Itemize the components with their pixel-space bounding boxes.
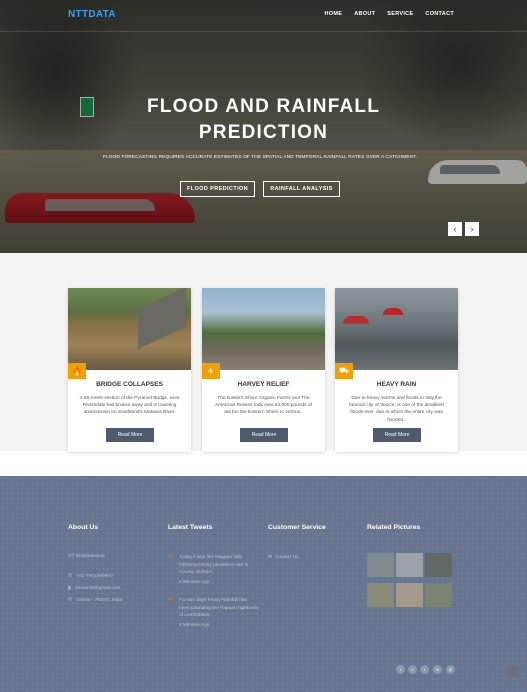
slider-next-button[interactable]: › — [465, 222, 479, 236]
vimeo-icon[interactable]: v — [408, 665, 417, 674]
read-more-button[interactable]: Read More — [373, 428, 421, 442]
footer-tweets: Latest Tweets ✎ Today it was like Niagar… — [168, 524, 259, 628]
plane-icon: ✈ — [202, 363, 220, 379]
harvey-relief-image — [202, 288, 325, 370]
scroll-top-button[interactable] — [507, 666, 519, 678]
footer-heading: Latest Tweets — [168, 524, 213, 531]
phone-icon: ✆ — [68, 573, 73, 579]
nav-item-about[interactable]: ABOUT — [354, 11, 375, 17]
footer-heading: Customer Service — [268, 524, 326, 531]
tweet-icon: ✎ — [168, 554, 173, 560]
top-nav: NTTDATA HOME ABOUT SERVICE CONTACT — [0, 0, 527, 32]
tweet-text: Today it was like Niagara falls followin… — [179, 555, 249, 575]
nav-menu: HOME ABOUT SERVICE CONTACT — [325, 11, 455, 17]
card-text: Due to heavy storms and floods in Italy,… — [349, 396, 444, 423]
nav-item-service[interactable]: SERVICE — [387, 11, 413, 17]
footer-heading: About Us — [68, 524, 99, 531]
rainfall-analysis-button[interactable]: RAINFALL ANALYSIS — [263, 181, 340, 197]
read-more-button[interactable]: Read More — [106, 428, 154, 442]
related-picture[interactable] — [396, 553, 423, 577]
footer-pictures: Related Pictures — [367, 524, 452, 607]
slider-prev-button[interactable]: ‹ — [448, 222, 462, 236]
twitter-icon[interactable]: t — [420, 665, 429, 674]
related-picture[interactable] — [396, 583, 423, 607]
card-title: HARVEY RELIEF — [237, 381, 290, 388]
truck-icon: ⛟ — [335, 363, 353, 379]
flood-prediction-button[interactable]: FLOOD PREDICTION — [180, 181, 255, 197]
related-picture[interactable] — [425, 583, 452, 607]
news-section: 🔥 BRIDGE COLLAPSES A 50-metre section of… — [0, 253, 527, 452]
tweet-time: 5 Minutes Ago — [179, 580, 210, 585]
facebook-icon[interactable]: f — [396, 665, 405, 674]
hero-title: FLOOD AND RAINFALL PREDICTION — [146, 96, 381, 143]
logo[interactable]: NTTDATA — [68, 9, 116, 20]
linkedin-icon[interactable]: in — [433, 665, 442, 674]
tweet-text: For two days heavy Rainfall has been pou… — [179, 598, 259, 618]
card-title: BRIDGE COLLAPSES — [96, 381, 163, 388]
heavy-rain-image — [335, 288, 458, 370]
card-title: HEAVY RAIN — [376, 381, 417, 388]
nav-item-home[interactable]: HOME — [325, 11, 343, 17]
contact-us-link[interactable]: Contact Us — [275, 555, 299, 560]
tweet-icon: ✎ — [168, 597, 173, 603]
instagram-icon[interactable]: ◎ — [446, 665, 455, 674]
card-text: A 50-metre section of the Pyramid Bridge… — [79, 396, 180, 416]
related-picture[interactable] — [367, 583, 394, 607]
chat-icon: ✉ — [268, 554, 273, 560]
related-picture[interactable] — [367, 553, 394, 577]
footer-heading: Related Pictures — [367, 524, 421, 531]
email-text[interactable]: rheem76@gmail.com — [75, 586, 121, 591]
location-text: Orissa - 751001,India — [76, 598, 123, 603]
bridge-collapse-image — [68, 288, 191, 370]
address-text: NT Bhubaneswar — [68, 554, 105, 559]
flame-icon: 🔥 — [68, 363, 86, 379]
phone-icon: ✆ — [68, 597, 73, 603]
read-more-button[interactable]: Read More — [240, 428, 288, 442]
news-card: ✈ HARVEY RELIEF The Eastern Shore Organi… — [202, 288, 325, 452]
news-card: ⛟ HEAVY RAIN Due to heavy storms and flo… — [335, 288, 458, 452]
footer-about: About Us NT Bhubaneswar ✆ +91-7661989800… — [68, 524, 122, 603]
mobile-icon: ▮ — [68, 585, 71, 591]
hero-subtitle: FLOOD FORECASTING REQUIRES ACCURATE ESTI… — [102, 155, 417, 160]
footer: About Us NT Bhubaneswar ✆ +91-7661989800… — [0, 476, 527, 692]
card-text: The Eastern Shore Organic Farms and The … — [215, 396, 312, 416]
news-card: 🔥 BRIDGE COLLAPSES A 50-metre section of… — [68, 288, 191, 452]
phone-text: +91-7661989800 — [76, 574, 113, 579]
footer-service: Customer Service ✉ Contact Us — [268, 524, 326, 560]
related-picture[interactable] — [425, 553, 452, 577]
hero-banner: NTTDATA HOME ABOUT SERVICE CONTACT FLOOD… — [0, 0, 527, 253]
tweet-time: 5 Minutes Ago — [179, 623, 210, 628]
nav-item-contact[interactable]: CONTACT — [425, 11, 454, 17]
